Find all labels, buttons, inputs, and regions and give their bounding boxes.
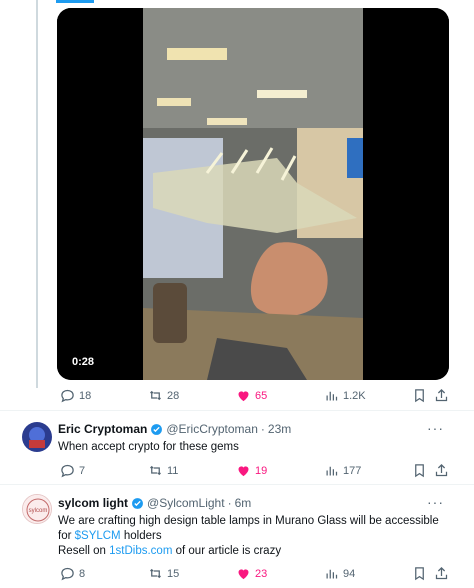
reply-icon bbox=[61, 389, 74, 403]
video-duration: 0:28 bbox=[72, 356, 95, 368]
reply-count: 18 bbox=[79, 389, 92, 402]
more-options-button[interactable]: ··· bbox=[427, 494, 444, 510]
text-fragment: holders bbox=[120, 530, 162, 542]
reply-icon bbox=[61, 464, 74, 478]
like-count: 19 bbox=[255, 464, 268, 477]
reply-icon bbox=[61, 567, 74, 581]
retweet-button[interactable]: 28 bbox=[148, 388, 179, 403]
retweet-icon bbox=[150, 465, 161, 476]
bookmark-button[interactable] bbox=[412, 566, 427, 581]
views-count: 94 bbox=[343, 567, 356, 580]
tweet2-action-bar: 7 11 19 177 bbox=[56, 463, 448, 481]
tweet-text: When accept crypto for these gems bbox=[58, 441, 239, 453]
share-button[interactable] bbox=[434, 566, 449, 581]
separator-dot: · bbox=[260, 422, 265, 436]
views-icon bbox=[326, 391, 338, 401]
user-handle[interactable]: @EricCryptoman bbox=[166, 422, 258, 436]
tweet-text-line: for $SYLCM holders bbox=[58, 529, 458, 544]
reply-button[interactable]: 8 bbox=[60, 566, 85, 581]
share-icon bbox=[435, 463, 448, 477]
share-button[interactable] bbox=[434, 463, 449, 478]
external-link[interactable]: 1stDibs.com bbox=[109, 545, 172, 557]
views-button[interactable]: 177 bbox=[324, 463, 361, 478]
share-button[interactable] bbox=[434, 388, 449, 403]
more-options-button[interactable]: ··· bbox=[427, 420, 444, 436]
heart-filled-icon bbox=[238, 569, 249, 580]
tweet-text: We are crafting high design table lamps … bbox=[58, 514, 458, 559]
reply-button[interactable]: 7 bbox=[60, 463, 85, 478]
tweet-text-line: Resell on 1stDibs.com of our article is … bbox=[58, 544, 458, 559]
video-frame bbox=[57, 8, 449, 380]
heart-filled-icon bbox=[238, 391, 249, 402]
divider bbox=[0, 410, 474, 411]
share-icon bbox=[435, 388, 448, 402]
user-handle[interactable]: @SylcomLight bbox=[147, 496, 225, 510]
retweet-count: 28 bbox=[167, 389, 180, 402]
like-button[interactable]: 19 bbox=[236, 463, 267, 478]
cashtag-link[interactable]: $SYLCM bbox=[75, 530, 121, 542]
like-button[interactable]: 23 bbox=[236, 566, 267, 581]
reply-count: 7 bbox=[79, 464, 86, 477]
reply-count: 8 bbox=[79, 567, 86, 580]
retweet-icon bbox=[150, 568, 161, 579]
reply-button[interactable]: 18 bbox=[60, 388, 91, 403]
bookmark-icon bbox=[415, 389, 424, 403]
divider bbox=[0, 484, 474, 485]
display-name[interactable]: Eric Cryptoman bbox=[58, 422, 147, 436]
views-icon bbox=[326, 569, 338, 579]
display-name[interactable]: sylcom light bbox=[58, 496, 128, 510]
avatar[interactable]: sylcom bbox=[22, 494, 52, 524]
bookmark-icon bbox=[415, 464, 424, 478]
views-button[interactable]: 1.2K bbox=[324, 388, 366, 403]
heart-filled-icon bbox=[238, 466, 249, 477]
avatar[interactable] bbox=[22, 422, 52, 452]
thread-connector-line bbox=[36, 0, 38, 388]
verified-badge-icon bbox=[132, 497, 143, 509]
separator-dot: · bbox=[227, 496, 232, 510]
views-count: 177 bbox=[343, 464, 362, 477]
text-fragment: for bbox=[58, 530, 75, 542]
views-icon bbox=[326, 466, 338, 476]
text-fragment: of our article is crazy bbox=[172, 545, 282, 557]
tweet3-action-bar: 8 15 23 94 bbox=[56, 566, 448, 584]
svg-text:sylcom: sylcom bbox=[29, 508, 48, 514]
video-player[interactable] bbox=[57, 8, 449, 380]
views-count: 1.2K bbox=[343, 389, 366, 402]
like-count: 65 bbox=[255, 389, 268, 402]
timestamp[interactable]: 6m bbox=[235, 496, 252, 510]
avatar-image bbox=[22, 422, 52, 452]
avatar-logo: sylcom bbox=[23, 495, 51, 523]
like-count: 23 bbox=[255, 567, 268, 580]
views-button[interactable]: 94 bbox=[324, 566, 355, 581]
bookmark-button[interactable] bbox=[412, 388, 427, 403]
retweet-icon bbox=[150, 390, 161, 401]
text-fragment: Resell on bbox=[58, 545, 110, 557]
verified-badge-icon bbox=[151, 423, 163, 435]
share-icon bbox=[435, 566, 448, 580]
tweet-header: sylcom light @SylcomLight · 6m bbox=[58, 496, 251, 510]
tweet-text-line: We are crafting high design table lamps … bbox=[58, 515, 439, 527]
tweet-header: Eric Cryptoman @EricCryptoman · 23m bbox=[58, 422, 291, 436]
retweet-count: 15 bbox=[167, 567, 180, 580]
video-progress-indicator bbox=[56, 0, 94, 3]
bookmark-button[interactable] bbox=[412, 463, 427, 478]
like-button[interactable]: 65 bbox=[236, 388, 267, 403]
bookmark-icon bbox=[415, 567, 424, 581]
retweet-button[interactable]: 15 bbox=[148, 566, 179, 581]
tweet1-action-bar: 18 28 65 1.2K bbox=[56, 388, 448, 406]
retweet-count: 11 bbox=[167, 464, 179, 477]
retweet-button[interactable]: 11 bbox=[148, 463, 178, 478]
timestamp[interactable]: 23m bbox=[268, 422, 291, 436]
